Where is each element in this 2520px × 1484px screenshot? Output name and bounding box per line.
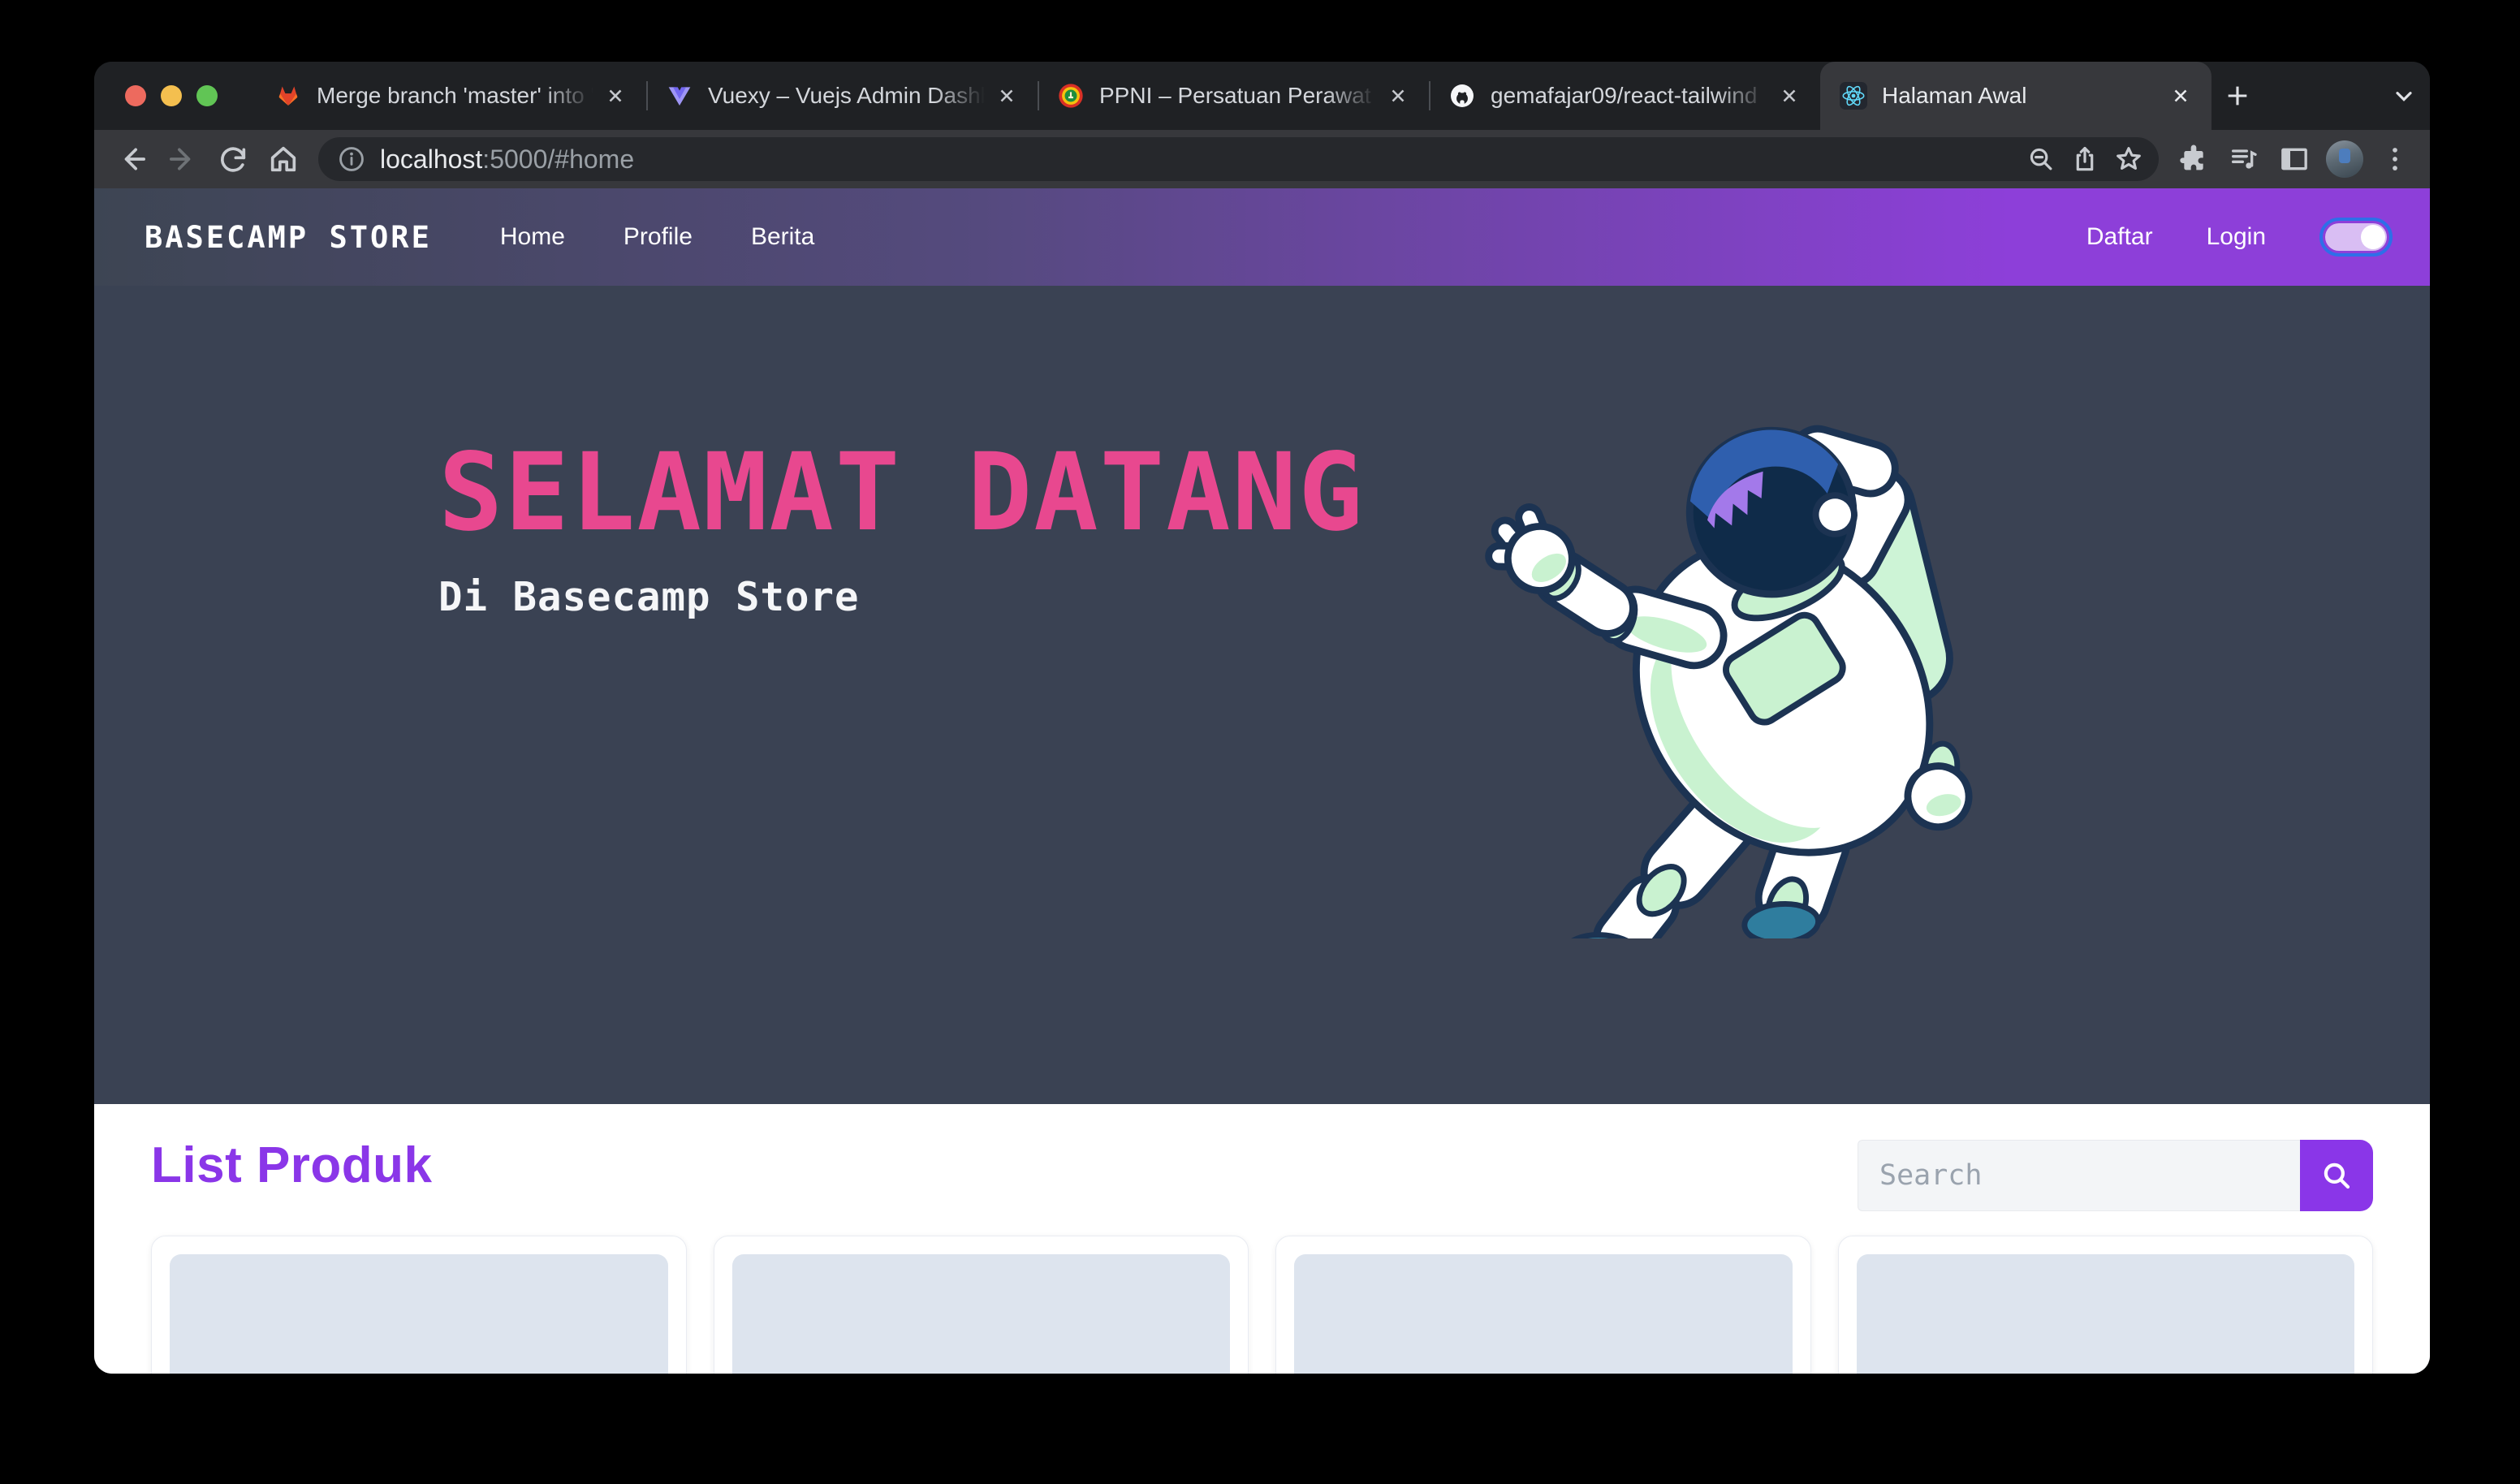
browser-window: Merge branch 'master' into 'jih Vuexy – … [94, 62, 2430, 1374]
theme-toggle[interactable] [2319, 218, 2393, 257]
zoom-out-icon[interactable] [2019, 137, 2063, 181]
product-image-placeholder [170, 1254, 668, 1374]
page-halaman-awal: BASECAMP STORE Home Profile Berita Dafta… [94, 188, 2430, 1374]
search-button[interactable] [2300, 1140, 2373, 1211]
search-input[interactable] [1858, 1140, 2300, 1211]
products-section: List Produk [94, 1104, 2430, 1374]
browser-menu-kebab-icon[interactable] [2371, 136, 2419, 183]
github-icon [1448, 82, 1476, 110]
hero-section: SELAMAT DATANG Di Basecamp Store [94, 286, 2430, 1104]
browser-toolbar: localhost:5000/#home [94, 130, 2430, 188]
brand-logo[interactable]: BASECAMP STORE [145, 220, 432, 255]
ppni-icon [1057, 82, 1085, 110]
astronaut-illustration [1461, 390, 2006, 938]
tab-search-chevron-icon[interactable] [2378, 70, 2430, 122]
product-card[interactable] [1275, 1236, 1811, 1374]
register-link[interactable]: Daftar [2086, 223, 2153, 251]
share-icon[interactable] [2063, 137, 2107, 181]
url-text: localhost:5000/#home [380, 145, 2019, 175]
address-bar[interactable]: localhost:5000/#home [318, 137, 2159, 181]
tab-close-icon[interactable] [2164, 80, 2197, 112]
tab-title: Vuexy – Vuejs Admin Dashboar [708, 83, 990, 109]
gitlab-icon [274, 82, 302, 110]
profile-avatar[interactable] [2321, 136, 2368, 183]
nav-link-home[interactable]: Home [500, 223, 565, 251]
avatar-photo [2326, 140, 2363, 178]
product-list [151, 1236, 2373, 1374]
window-close-button[interactable] [125, 85, 146, 106]
tab-title: PPNI – Persatuan Perawat Nasi [1099, 83, 1382, 109]
new-tab-button[interactable] [2211, 70, 2263, 122]
tab-ppni[interactable]: PPNI – Persatuan Perawat Nasi [1038, 62, 1429, 130]
product-image-placeholder [1857, 1254, 2355, 1374]
toggle-knob [2361, 225, 2385, 249]
tab-halaman-awal-active[interactable]: Halaman Awal [1820, 62, 2211, 130]
product-image-placeholder [732, 1254, 1231, 1374]
product-image-placeholder [1294, 1254, 1793, 1374]
products-title: List Produk [151, 1137, 433, 1194]
tab-close-icon[interactable] [1382, 80, 1414, 112]
tab-title: gemafajar09/react-tailwind [1491, 83, 1773, 109]
reload-icon[interactable] [209, 136, 257, 183]
search-box [1858, 1140, 2373, 1211]
site-info-icon[interactable] [336, 144, 367, 175]
tabs: Merge branch 'master' into 'jih Vuexy – … [255, 62, 2211, 130]
tab-strip: Merge branch 'master' into 'jih Vuexy – … [94, 62, 2430, 130]
home-icon[interactable] [260, 136, 307, 183]
vuexy-icon [666, 82, 693, 110]
window-controls [125, 85, 218, 106]
nav-link-profile[interactable]: Profile [624, 223, 693, 251]
sidebar-panel-icon[interactable] [2271, 136, 2318, 183]
back-icon[interactable] [109, 136, 156, 183]
hero-title: SELAMAT DATANG [438, 437, 1365, 550]
search-icon [2319, 1158, 2354, 1193]
tab-title: Merge branch 'master' into 'jih [317, 83, 599, 109]
login-link[interactable]: Login [2207, 223, 2266, 251]
nav-links: Home Profile Berita [500, 223, 814, 251]
tab-close-icon[interactable] [990, 80, 1023, 112]
media-controls-icon[interactable] [2220, 136, 2268, 183]
forward-icon[interactable] [159, 136, 206, 183]
product-card[interactable] [1838, 1236, 2374, 1374]
window-zoom-button[interactable] [196, 85, 218, 106]
toggle-track [2325, 223, 2387, 251]
tab-title: Halaman Awal [1882, 83, 2164, 109]
site-navbar: BASECAMP STORE Home Profile Berita Dafta… [94, 188, 2430, 286]
tab-close-icon[interactable] [599, 80, 632, 112]
screenshot-stage: Merge branch 'master' into 'jih Vuexy – … [0, 0, 2520, 1484]
bookmark-star-icon[interactable] [2107, 137, 2151, 181]
react-icon [1840, 82, 1867, 110]
window-minimize-button[interactable] [161, 85, 182, 106]
product-card[interactable] [151, 1236, 687, 1374]
tab-vuexy[interactable]: Vuexy – Vuejs Admin Dashboar [646, 62, 1038, 130]
product-card[interactable] [714, 1236, 1249, 1374]
products-header: List Produk [151, 1137, 2373, 1211]
tab-gitlab-merge[interactable]: Merge branch 'master' into 'jih [255, 62, 646, 130]
nav-link-berita[interactable]: Berita [751, 223, 814, 251]
tab-github[interactable]: gemafajar09/react-tailwind [1429, 62, 1820, 130]
hero-subtitle: Di Basecamp Store [438, 574, 1365, 620]
extensions-puzzle-icon[interactable] [2170, 136, 2217, 183]
tab-close-icon[interactable] [1773, 80, 1806, 112]
hero-text: SELAMAT DATANG Di Basecamp Store [438, 437, 1365, 620]
nav-actions: Daftar Login [2086, 218, 2393, 257]
